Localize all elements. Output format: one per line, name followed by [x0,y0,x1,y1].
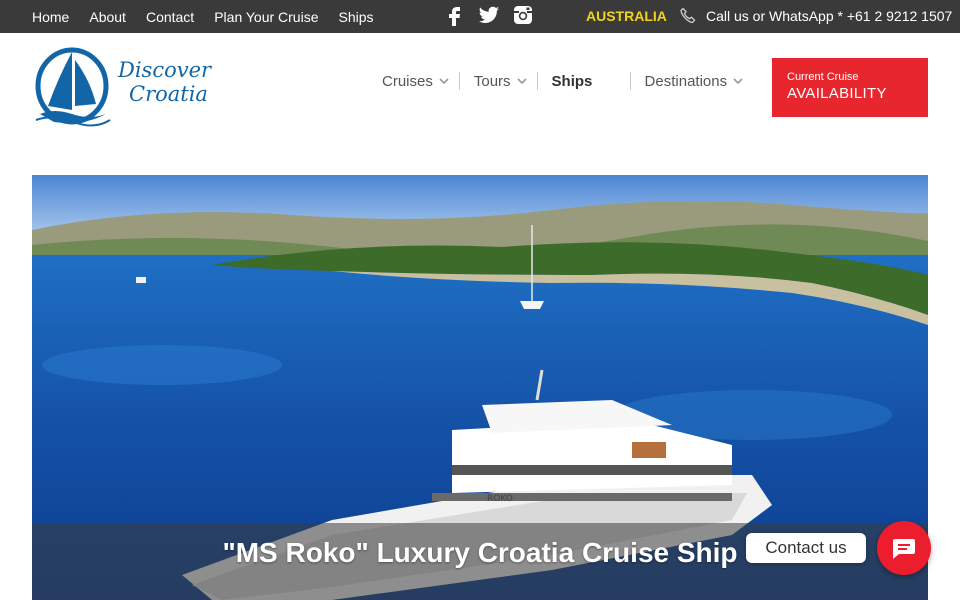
site-logo[interactable]: Discover Croatia [34,44,214,128]
facebook-icon[interactable] [444,4,466,26]
main-nav: Cruises Tours Ships Destinations [374,70,753,92]
chevron-down-icon [733,78,743,85]
top-nav-contact[interactable]: Contact [146,9,194,25]
chevron-down-icon [516,78,527,85]
top-bar: Home About Contact Plan Your Cruise Ship… [0,0,960,33]
top-nav-ships[interactable]: Ships [339,9,374,25]
phone-icon [680,7,696,25]
top-nav-plan-your-cruise[interactable]: Plan Your Cruise [214,9,318,25]
nav-divider [629,72,631,90]
logo-text-discover: Discover [118,58,212,82]
top-nav-about[interactable]: About [89,9,126,25]
phone-number[interactable]: Call us or WhatsApp * +61 2 9212 1507 [706,8,952,24]
availability-button[interactable]: Current Cruise AVAILABILITY [772,58,928,117]
nav-destinations-label: Destinations [644,72,728,90]
top-nav: Home About Contact Plan Your Cruise Ship… [32,0,374,33]
top-nav-home[interactable]: Home [32,9,69,25]
nav-cruises[interactable]: Cruises [374,70,459,92]
contact-us-button[interactable] [877,521,931,575]
nav-cruises-label: Cruises [382,72,433,90]
nav-tours[interactable]: Tours [466,70,537,92]
availability-sub-label: Current Cruise [787,71,859,83]
social-links [444,4,534,26]
region-selector[interactable]: AUSTRALIA [586,8,667,24]
chat-icon [893,539,915,559]
contact-us-label[interactable]: Contact us [746,533,866,563]
instagram-icon[interactable] [512,4,534,26]
nav-ships-label: Ships [551,72,593,90]
availability-main-label: AVAILABILITY [787,85,887,102]
nav-tours-label: Tours [473,72,511,90]
twitter-icon[interactable] [478,4,500,26]
boat-name-label: ROKO [487,494,513,504]
nav-destinations[interactable]: Destinations [637,70,754,92]
nav-divider [458,72,460,90]
nav-divider [536,72,538,90]
chevron-down-icon [439,78,449,85]
nav-ships[interactable]: Ships [544,70,630,92]
logo-text-croatia: Croatia [129,82,208,106]
